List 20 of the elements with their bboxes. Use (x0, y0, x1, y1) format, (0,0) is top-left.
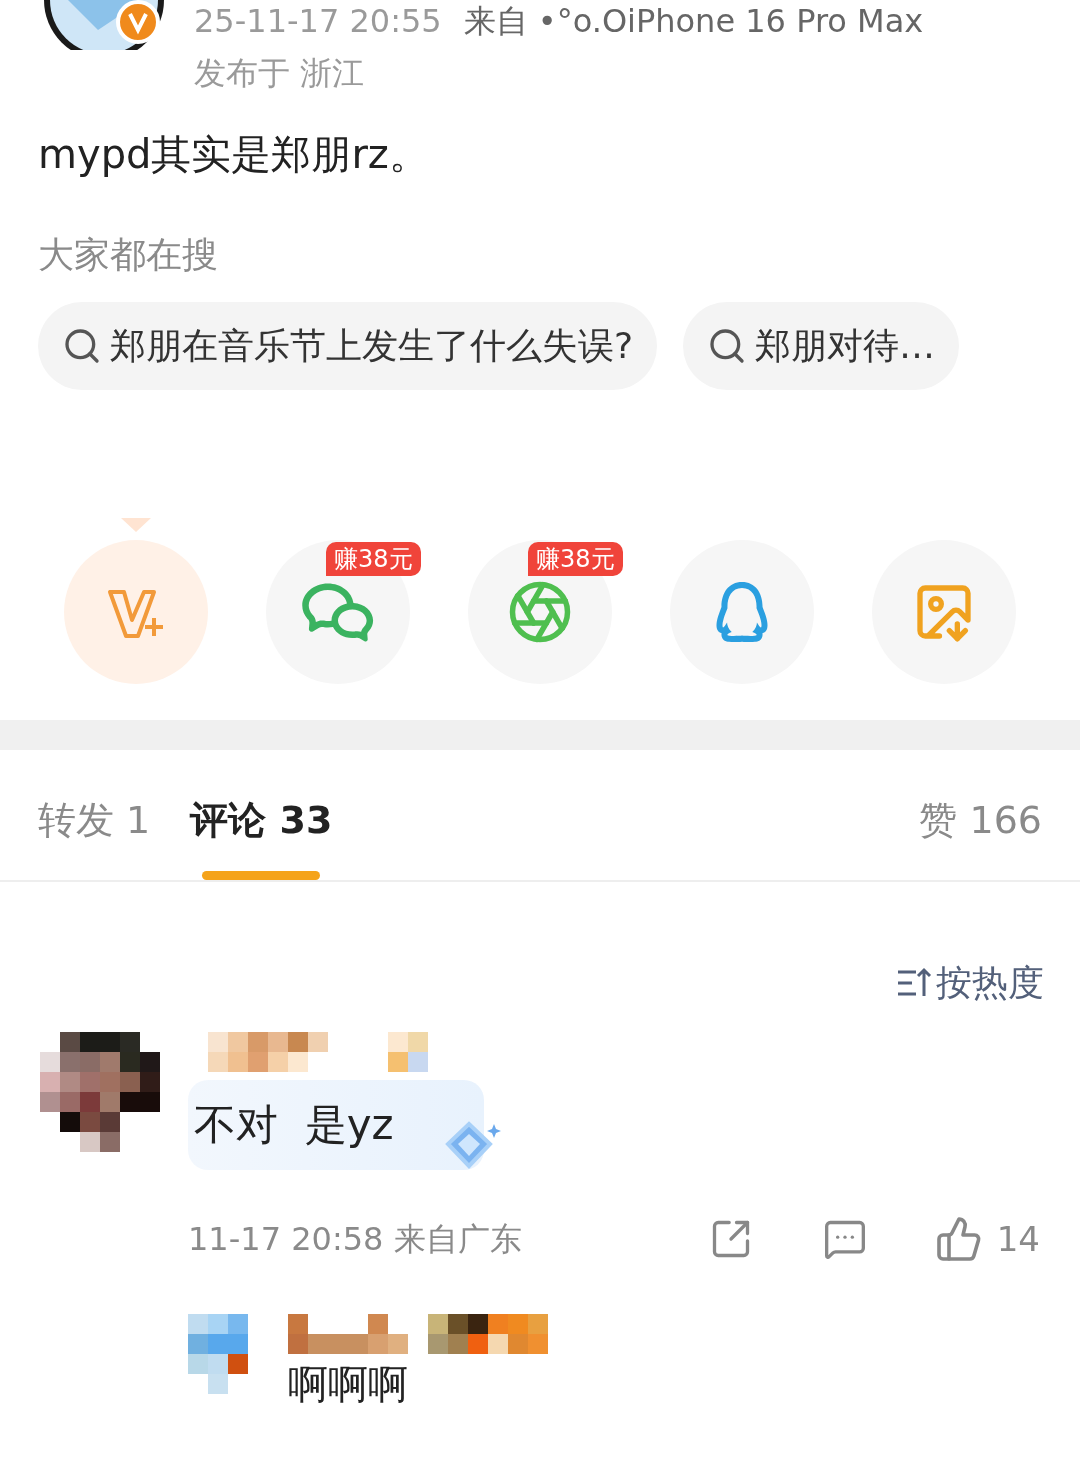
tab[interactable]: 转发 1 (38, 794, 151, 880)
reply-text: 啊啊啊 (288, 1360, 409, 1409)
tab[interactable]: 评论 33 (190, 794, 333, 880)
reward-badge: 赚38元 (326, 542, 421, 576)
thumbs-up-icon (934, 1215, 983, 1263)
post-time: 25-11-17 20:55 (194, 1, 442, 42)
aperture-icon (507, 579, 573, 645)
sort-button[interactable]: 按热度 (896, 934, 1044, 1032)
like-button[interactable]: 14 (934, 1213, 1040, 1265)
post-source: 来自 •°o.OiPhone 16 Pro Max (463, 1, 924, 42)
section-title: 大家都在搜 (38, 233, 219, 277)
post-location: 发布于 浙江 (194, 53, 366, 94)
comment-text: 不对 是yz (194, 1099, 394, 1151)
post-text: mypd其实是郑朋rz。 (38, 130, 430, 179)
comment-meta: 11-17 20:58 来自广东 (188, 1219, 522, 1260)
search-icon (62, 326, 102, 366)
likes-tab[interactable]: 赞 166 (919, 794, 1042, 846)
reward-badge: 赚38元 (528, 542, 623, 576)
search-suggestion[interactable]: 郑朋在音乐节上发生了什么失误? (38, 302, 658, 390)
search-suggestion[interactable]: 郑朋对待… (683, 302, 960, 390)
